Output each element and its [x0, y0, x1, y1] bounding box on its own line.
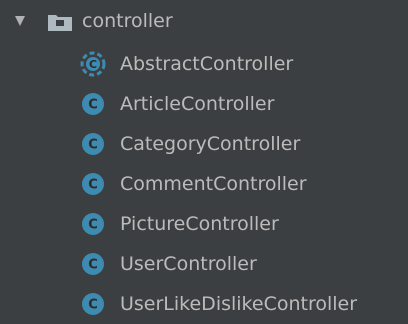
tree-node-picture-controller[interactable]: C PictureController	[0, 204, 408, 244]
svg-text:C: C	[88, 298, 98, 313]
class-icon: C	[82, 293, 104, 315]
tree-node-category-controller[interactable]: C CategoryController	[0, 124, 408, 164]
abstract-class-icon: C	[80, 51, 106, 77]
tree-node-user-controller[interactable]: C UserController	[0, 244, 408, 284]
class-icon: C	[82, 253, 104, 275]
tree-node-label: PictureController	[120, 213, 279, 235]
class-icon: C	[82, 93, 104, 115]
tree-node-label: UserController	[120, 253, 257, 275]
project-tree: controller C AbstractController C Articl…	[0, 0, 408, 324]
tree-node-label: UserLikeDislikeController	[120, 293, 358, 315]
tree-node-article-controller[interactable]: C ArticleController	[0, 84, 408, 124]
expand-arrow-icon[interactable]	[15, 16, 25, 26]
svg-text:C: C	[88, 98, 98, 113]
package-folder-icon	[48, 15, 72, 31]
tree-node-comment-controller[interactable]: C CommentController	[0, 164, 408, 204]
class-icon: C	[82, 173, 104, 195]
tree-node-abstract-controller[interactable]: C AbstractController	[0, 44, 408, 84]
tree-node-label: CommentController	[120, 173, 307, 195]
tree-node-label: AbstractController	[120, 53, 294, 75]
folder-label: controller	[82, 10, 173, 32]
svg-text:C: C	[88, 218, 98, 233]
tree-node-controller-folder[interactable]: controller	[0, 3, 408, 39]
tree-node-label: ArticleController	[120, 93, 275, 115]
svg-text:C: C	[88, 258, 98, 273]
svg-text:C: C	[89, 58, 97, 71]
svg-text:C: C	[88, 138, 98, 153]
class-icon: C	[82, 133, 104, 155]
class-icon: C	[82, 213, 104, 235]
tree-node-label: CategoryController	[120, 133, 301, 155]
tree-node-user-like-dislike-controller[interactable]: C UserLikeDislikeController	[0, 284, 408, 324]
svg-text:C: C	[88, 178, 98, 193]
